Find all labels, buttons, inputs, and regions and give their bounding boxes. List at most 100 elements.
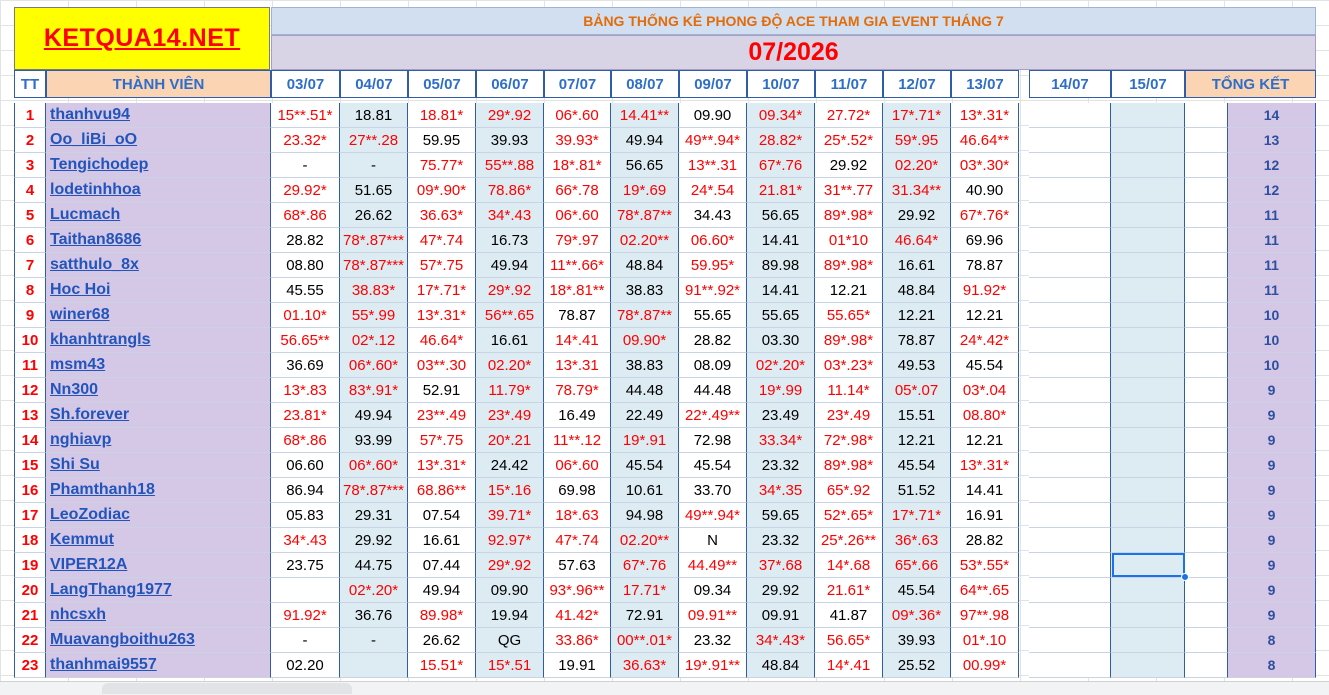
rank-cell[interactable]: 6 [14,228,46,253]
score-cell[interactable]: 23.32 [747,453,815,478]
empty-cell[interactable] [1185,428,1228,453]
rank-cell[interactable]: 10 [14,328,46,353]
score-cell[interactable]: 29.92 [340,528,408,553]
score-cell[interactable]: 02.20** [611,528,679,553]
score-cell[interactable]: 46.64* [408,328,476,353]
score-cell[interactable]: 05*.07 [883,378,951,403]
score-cell[interactable]: 41.42* [544,603,611,628]
score-cell[interactable]: 68*.86 [271,428,340,453]
score-cell[interactable]: 45.54 [951,353,1019,378]
total-cell[interactable]: 11 [1228,278,1316,303]
score-cell[interactable]: 55.65 [679,303,747,328]
total-cell[interactable]: 11 [1228,203,1316,228]
empty-cell-1507[interactable] [1111,103,1185,128]
score-cell[interactable]: 44.49** [679,553,747,578]
empty-cell[interactable] [1185,478,1228,503]
score-cell[interactable]: 89*.98* [815,203,883,228]
rank-cell[interactable]: 7 [14,253,46,278]
score-cell[interactable]: 29.92* [271,178,340,203]
total-cell[interactable]: 9 [1228,528,1316,553]
score-cell[interactable]: 93*.96** [544,578,611,603]
score-cell[interactable]: 79*.97 [544,228,611,253]
score-cell[interactable]: 27.72* [815,103,883,128]
score-cell[interactable]: 02*.12 [340,328,408,353]
empty-cell-1407[interactable] [1029,578,1111,603]
score-cell[interactable]: 08.09 [679,353,747,378]
score-cell[interactable]: 36.69 [271,353,340,378]
score-cell[interactable]: 51.65 [340,178,408,203]
score-cell[interactable]: 12.21 [883,428,951,453]
empty-cell[interactable] [1185,128,1228,153]
score-cell[interactable]: 34*.35 [747,478,815,503]
score-cell[interactable]: 16.73 [476,228,544,253]
score-cell[interactable]: 00**.01* [611,628,679,653]
brand-logo-cell[interactable]: KETQUA14.NET [14,7,270,70]
score-cell[interactable]: 38.83 [611,353,679,378]
empty-cell-1407[interactable] [1029,603,1111,628]
score-cell[interactable]: 48.84 [611,253,679,278]
empty-cell-1507[interactable] [1111,278,1185,303]
score-cell[interactable]: 23**.49 [408,403,476,428]
score-cell[interactable]: 78.86* [476,178,544,203]
score-cell[interactable] [271,578,340,603]
empty-cell-1507[interactable] [1111,378,1185,403]
score-cell[interactable]: 23.81* [271,403,340,428]
empty-cell-1407[interactable] [1029,478,1111,503]
score-cell[interactable]: 09.34* [747,103,815,128]
member-name-link[interactable]: LeoZodiac [46,503,271,528]
rank-cell[interactable]: 20 [14,578,46,603]
empty-cell[interactable] [1185,253,1228,278]
score-cell[interactable]: 23.32 [747,528,815,553]
score-cell[interactable]: 21.61* [815,578,883,603]
score-cell[interactable]: 05.83 [271,503,340,528]
col-header-date[interactable]: 14/07 [1029,70,1111,98]
score-cell[interactable]: 56.65 [611,153,679,178]
score-cell[interactable]: 28.82* [747,128,815,153]
score-cell[interactable]: 47*.74 [544,528,611,553]
score-cell[interactable]: 09.91 [747,603,815,628]
rank-cell[interactable]: 3 [14,153,46,178]
score-cell[interactable]: 23.49 [747,403,815,428]
score-cell[interactable]: 31**.77 [815,178,883,203]
score-cell[interactable]: 29*.92 [476,553,544,578]
empty-cell-1407[interactable] [1029,103,1111,128]
score-cell[interactable]: 56.65 [747,203,815,228]
empty-cell[interactable] [1185,378,1228,403]
score-cell[interactable]: 00.99* [951,653,1019,678]
score-cell[interactable]: 49.94 [340,403,408,428]
col-header-date[interactable]: 03/07 [271,70,340,98]
total-cell[interactable]: 9 [1228,603,1316,628]
score-cell[interactable]: 25*.26** [815,528,883,553]
total-cell[interactable]: 11 [1228,228,1316,253]
empty-cell-1407[interactable] [1029,253,1111,278]
empty-cell-1407[interactable] [1029,653,1111,678]
score-cell[interactable]: 67*.76 [747,153,815,178]
empty-cell-1407[interactable] [1029,128,1111,153]
member-name-link[interactable]: Sh.forever [46,403,271,428]
score-cell[interactable]: 39.93 [883,628,951,653]
empty-cell-1407[interactable] [1029,378,1111,403]
score-cell[interactable]: 59*.95 [883,128,951,153]
score-cell[interactable]: 11.14* [815,378,883,403]
score-cell[interactable]: 03.30 [747,328,815,353]
score-cell[interactable]: 44.75 [340,553,408,578]
rank-cell[interactable]: 13 [14,403,46,428]
total-cell[interactable]: 10 [1228,328,1316,353]
score-cell[interactable]: 11**.12 [544,428,611,453]
empty-cell-1407[interactable] [1029,453,1111,478]
score-cell[interactable]: 17.71* [611,578,679,603]
col-header-date[interactable]: 05/07 [408,70,476,98]
score-cell[interactable]: 78*.87** [611,203,679,228]
empty-cell[interactable] [1185,453,1228,478]
col-header-member[interactable]: THÀNH VIÊN [46,70,271,98]
col-header-total[interactable]: TỔNG KẾT [1185,70,1316,98]
empty-cell-1507[interactable] [1111,328,1185,353]
score-cell[interactable]: 02.20* [476,353,544,378]
score-cell[interactable]: 19.94 [476,603,544,628]
score-cell[interactable]: 17*.71* [883,103,951,128]
score-cell[interactable]: 67*.76 [611,553,679,578]
score-cell[interactable]: 06*.60 [544,203,611,228]
score-cell[interactable]: 18*.81** [544,278,611,303]
score-cell[interactable]: 29.92 [815,153,883,178]
score-cell[interactable]: 72.91 [611,603,679,628]
